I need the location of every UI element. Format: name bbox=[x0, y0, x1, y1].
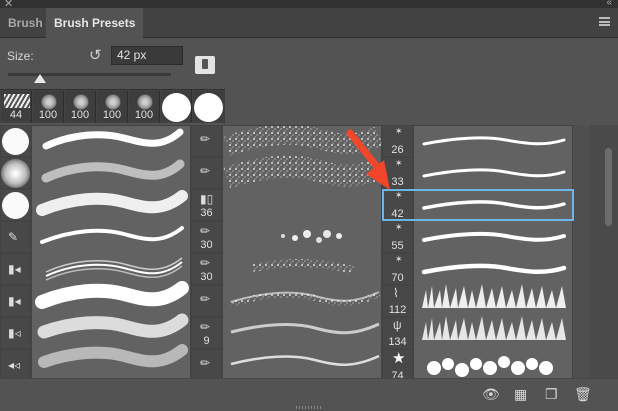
red-arrow-annotation bbox=[346, 129, 390, 190]
